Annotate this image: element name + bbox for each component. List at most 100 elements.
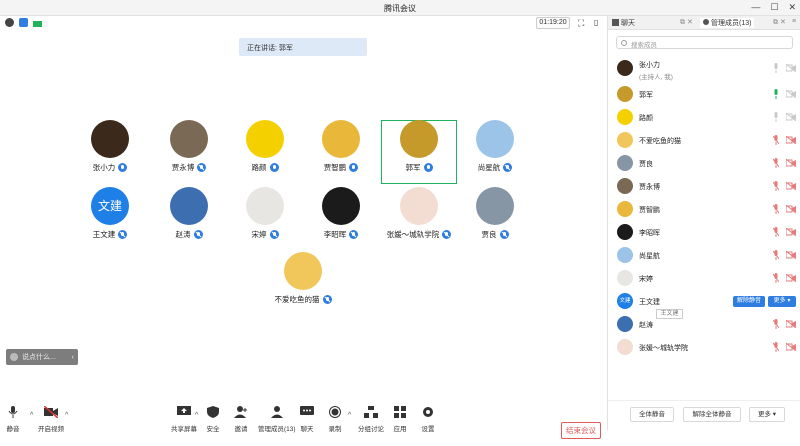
record-options-caret-icon[interactable]: ^ — [348, 412, 351, 419]
unmute-member-button[interactable]: 解除静音 — [733, 296, 765, 307]
invite-button[interactable]: 邀请 — [234, 406, 248, 433]
camera-off-icon[interactable] — [785, 89, 797, 99]
camera-off-icon[interactable] — [785, 227, 797, 237]
info-icon[interactable] — [5, 18, 14, 27]
member-row[interactable]: 文建 王文建 解除静音 更多 ▾ — [608, 290, 800, 313]
avatar — [170, 120, 208, 158]
participant-tile[interactable]: 文建 王文建 — [75, 187, 145, 259]
collapse-chevron-icon[interactable]: ‹ — [72, 354, 74, 361]
shield-icon[interactable] — [19, 18, 28, 27]
participant-tile[interactable]: 李昭晖 — [306, 187, 376, 259]
close-icon[interactable]: ✕ — [788, 2, 796, 13]
avatar — [246, 120, 284, 158]
title-bar: 腾讯会议 — ☐ ✕ — [0, 0, 800, 16]
camera-off-icon[interactable] — [785, 273, 797, 283]
emoji-icon[interactable] — [10, 353, 18, 361]
member-row[interactable]: 不爱吃鱼的猫 — [608, 129, 800, 152]
members-popout-icon[interactable]: ⧉ ✕ — [773, 18, 786, 27]
mic-muted-icon[interactable] — [773, 112, 779, 122]
mute-button[interactable]: 静音 — [6, 406, 20, 433]
participant-tile[interactable]: 张小力 — [75, 120, 145, 192]
member-row[interactable]: 赵涛 — [608, 313, 800, 336]
apps-grid-icon — [394, 406, 406, 418]
mic-muted-icon[interactable] — [773, 63, 779, 73]
member-row[interactable]: 尚星航 — [608, 244, 800, 267]
speaking-name: 郭军 — [278, 45, 293, 52]
participant-tile[interactable]: 张媛～城轨学院 — [384, 187, 454, 259]
mic-muted-icon[interactable] — [772, 250, 780, 260]
member-row[interactable]: 贾永博 — [608, 175, 800, 198]
apps-button[interactable]: 应用 — [393, 406, 407, 433]
mic-muted-icon[interactable] — [772, 181, 780, 191]
popout-icon[interactable]: ⧉ ✕ — [680, 18, 693, 27]
video-options-caret-icon[interactable]: ^ — [65, 412, 68, 419]
member-row[interactable]: 贾智鹏 — [608, 198, 800, 221]
mic-muted-icon[interactable] — [772, 135, 780, 145]
participant-tile[interactable]: 贾永博 — [154, 120, 224, 192]
participant-tile[interactable]: 赵涛 — [154, 187, 224, 259]
mic-muted-icon[interactable] — [772, 319, 780, 329]
mic-icon[interactable] — [773, 89, 779, 99]
mic-muted-icon[interactable] — [772, 273, 780, 283]
mic-muted-icon[interactable] — [772, 342, 780, 352]
camera-off-icon[interactable] — [785, 204, 797, 214]
member-row[interactable]: 郭军 — [608, 83, 800, 106]
participant-tile[interactable]: 贾良 — [460, 187, 530, 259]
minimize-icon[interactable]: — — [751, 2, 760, 13]
signal-icon[interactable] — [33, 21, 42, 27]
avatar — [246, 187, 284, 225]
member-row[interactable]: 贾良 — [608, 152, 800, 175]
settings-button[interactable]: 设置 — [421, 406, 435, 433]
more-options-button[interactable]: 更多 ▾ — [749, 407, 785, 422]
share-screen-button[interactable]: 共享屏幕 — [171, 406, 197, 433]
participant-name-row: 尚星航 — [460, 162, 530, 173]
camera-off-icon[interactable] — [785, 135, 797, 145]
chat-input[interactable]: 说点什么... ‹ — [6, 349, 78, 365]
member-row[interactable]: 张小力 (主持人, 我) — [608, 57, 800, 83]
camera-off-icon[interactable] — [785, 342, 797, 352]
breakout-button[interactable]: 分组讨论 — [358, 406, 384, 433]
layout-icon[interactable]: ▯ — [594, 18, 598, 27]
chat-button[interactable]: 聊天 — [300, 406, 314, 433]
panel-menu-icon[interactable]: ≡ — [792, 18, 796, 25]
camera-off-icon[interactable] — [785, 63, 797, 73]
record-button[interactable]: 录制 — [328, 406, 342, 433]
side-panel: 聊天 ⧉ ✕ 管理成员(13) ⧉ ✕ ≡ 搜索成员 张小力 (主持人, 我) 郭军… — [607, 16, 800, 430]
member-search-input[interactable]: 搜索成员 — [616, 36, 793, 49]
member-row[interactable]: 张媛～城轨学院 — [608, 336, 800, 359]
share-options-caret-icon[interactable]: ^ — [195, 412, 198, 419]
member-row[interactable]: 李昭晖 — [608, 221, 800, 244]
mic-muted-icon[interactable] — [772, 204, 780, 214]
chat-placeholder: 说点什么... — [22, 354, 56, 361]
avatar: 文建 — [91, 187, 129, 225]
participant-tile[interactable]: 宋婷 — [230, 187, 300, 259]
member-search-placeholder: 搜索成员 — [631, 42, 657, 49]
mic-muted-icon[interactable] — [772, 227, 780, 237]
mic-muted-icon[interactable] — [772, 158, 780, 168]
camera-off-icon[interactable] — [785, 158, 797, 168]
unmute-all-button[interactable]: 解除全体静音 — [683, 407, 741, 422]
tab-members[interactable]: 管理成员(13) — [700, 18, 755, 28]
member-row[interactable]: 路颜 — [608, 106, 800, 129]
manage-members-button[interactable]: 管理成员(13) — [258, 406, 296, 433]
camera-off-icon[interactable] — [785, 112, 797, 122]
fullscreen-icon[interactable]: ⛶ — [578, 18, 584, 29]
mute-all-button[interactable]: 全体静音 — [630, 407, 674, 422]
participant-tile[interactable]: 不爱吃鱼的猫 — [268, 252, 338, 324]
video-button[interactable]: 开启视频 — [38, 405, 64, 433]
camera-off-icon[interactable] — [785, 250, 797, 260]
end-meeting-button[interactable]: 结束会议 — [561, 422, 601, 439]
member-name: 李昭晖 — [639, 230, 660, 237]
participant-tile[interactable]: 郭军 — [384, 120, 454, 192]
participant-tile[interactable]: 贾智鹏 — [306, 120, 376, 192]
mute-options-caret-icon[interactable]: ^ — [30, 412, 33, 419]
mute-label: 静音 — [6, 426, 20, 433]
participant-tile[interactable]: 路颜 — [230, 120, 300, 192]
maximize-icon[interactable]: ☐ — [770, 2, 778, 13]
participant-tile[interactable]: 尚星航 — [460, 120, 530, 192]
camera-off-icon[interactable] — [785, 181, 797, 191]
member-row[interactable]: 宋婷 — [608, 267, 800, 290]
camera-off-icon[interactable] — [785, 319, 797, 329]
member-more-button[interactable]: 更多 ▾ — [768, 296, 796, 307]
security-button[interactable]: 安全 — [206, 406, 220, 433]
